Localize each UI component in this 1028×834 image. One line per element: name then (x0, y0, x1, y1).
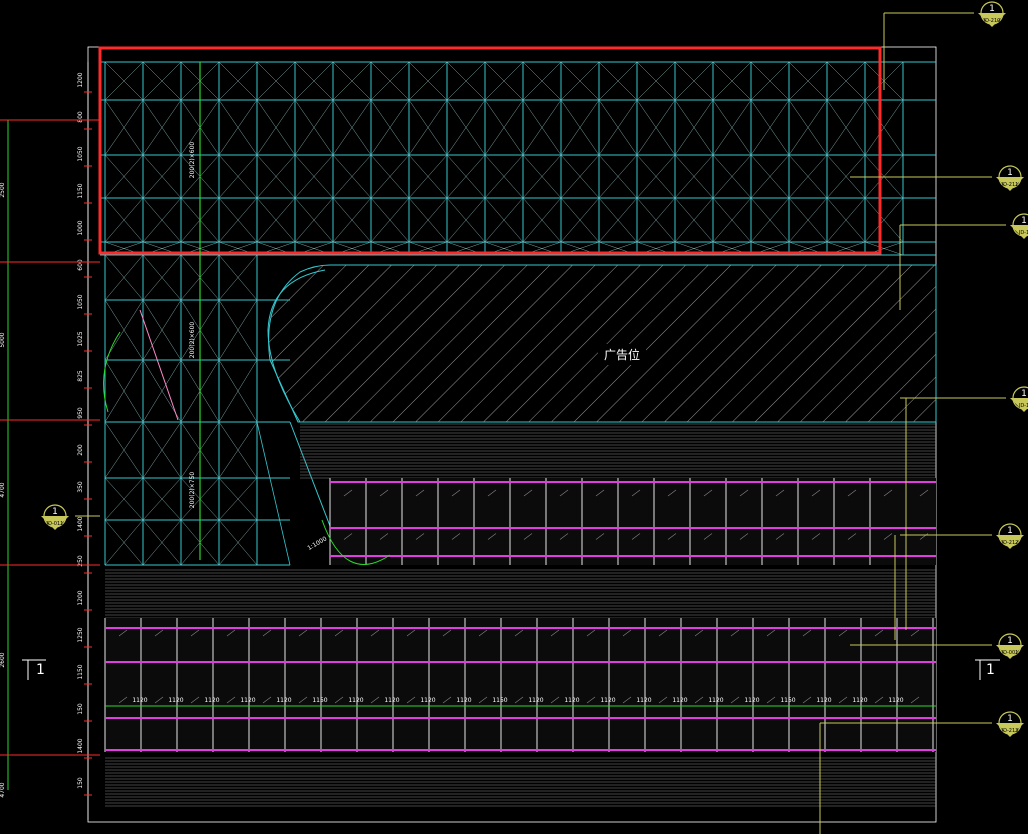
tile-dim-label: 1120 (564, 697, 579, 704)
paver-row-upper-bg (330, 478, 936, 565)
tile-dim-label: 1120 (852, 697, 867, 704)
callout-number: 1 (1007, 636, 1013, 646)
section-mark-right: 1 (986, 662, 995, 678)
tile-dim-label: 1120 (240, 697, 255, 704)
tile-dim-label: 1120 (708, 697, 723, 704)
callout-jd210: 1 JD-210 (884, 1, 1006, 27)
vertical-note: 200(2)×600 (189, 142, 196, 179)
callout-number: 1 (989, 4, 995, 14)
left-dim-label: 350 (77, 481, 84, 493)
left-dim-label: 1200 (77, 72, 84, 87)
left-dim-label: 1400 (77, 516, 84, 531)
callout-code: JD-1 (1018, 230, 1028, 236)
left-dim-label: 600 (77, 259, 84, 271)
callout-code: JD-001 (1001, 650, 1019, 656)
left-dim-label: 200 (77, 444, 84, 456)
left-vert-dim: 2500 (0, 182, 6, 197)
left-dim-label: 800 (77, 111, 84, 123)
section-mark-left: 1 (36, 662, 45, 678)
left-vert-dim: 4700 (0, 482, 6, 497)
slope-note: 1:1000 (306, 535, 328, 552)
tile-dim-label: 1120 (600, 697, 615, 704)
tile-dim-label: 1120 (744, 697, 759, 704)
left-dim-label: 1150 (77, 183, 84, 198)
left-vert-dim: 4700 (0, 782, 6, 797)
callout-code: JD-211 (1001, 182, 1019, 188)
tile-dim-label: 1120 (528, 697, 543, 704)
tile-dim-label: 1120 (384, 697, 399, 704)
tile-dim-label: 1150 (492, 697, 507, 704)
left-dim-label: 825 (77, 370, 84, 382)
tile-dim-label: 1120 (348, 697, 363, 704)
callout-number: 1 (1007, 168, 1013, 178)
paver-row-lower-bg (105, 618, 936, 752)
left-dim-label: 1200 (77, 590, 84, 605)
left-dim-label: 150 (77, 703, 84, 715)
advertising-space-label: 广告位 (598, 344, 647, 365)
left-dim-label: 1050 (77, 294, 84, 309)
vertical-note: 200(2)×600 (189, 322, 196, 359)
vertical-note: 200(2)×750 (189, 472, 196, 509)
tile-dim-label: 1120 (816, 697, 831, 704)
left-dim-label: 150 (77, 777, 84, 789)
tile-dim-label: 1120 (420, 697, 435, 704)
callout-number: 1 (1007, 526, 1013, 536)
highlight-rectangle (98, 46, 882, 255)
left-dim-label: 1000 (77, 220, 84, 235)
callout-right-1: 1 JD-1 (900, 213, 1028, 239)
tile-dim-label: 1150 (780, 697, 795, 704)
callout-code: JD-1 (1018, 403, 1028, 409)
left-dim-label: 1050 (77, 146, 84, 161)
slope-line-2 (256, 421, 291, 566)
left-dim-label: 950 (77, 407, 84, 419)
tile-dim-label: 1120 (636, 697, 651, 704)
left-dim-label: 1150 (77, 664, 84, 679)
left-vert-dim: 2600 (0, 652, 6, 667)
callout-number: 1 (1021, 216, 1027, 226)
callout-number: 1 (52, 507, 58, 517)
callout-code: JD-213 (1001, 728, 1019, 734)
pink-diagonal (139, 309, 179, 421)
left-vert-dim: 5000 (0, 332, 6, 347)
tile-dim-label: 1120 (672, 697, 687, 704)
callout-number: 1 (1021, 389, 1027, 399)
callout-code: JD-212 (1001, 540, 1019, 546)
cad-drawing-canvas: 1120 1120 1120 1120 1120 1150 1120 1120 1120 1120… (0, 1, 1028, 834)
callout-code: JD-210 (983, 18, 1001, 24)
callout-jd011: 1 JD-011 (41, 504, 69, 530)
left-dim-label: 1250 (77, 627, 84, 642)
callout-jd211: 1 JD-211 (850, 165, 1024, 191)
tile-dim-label: 1120 (276, 697, 291, 704)
left-dim-label: 1025 (77, 331, 84, 346)
tile-dim-label: 1120 (204, 697, 219, 704)
green-arc (103, 331, 121, 413)
callout-code: JD-011 (46, 521, 64, 527)
callout-number: 1 (1007, 714, 1013, 724)
tile-dim-label: 1150 (312, 697, 327, 704)
tile-dim-label: 1120 (888, 697, 903, 704)
left-dim-label: 1400 (77, 738, 84, 753)
tile-dim-label: 1120 (132, 697, 147, 704)
tile-dim-label: 1120 (456, 697, 471, 704)
tile-dim-label: 1120 (168, 697, 183, 704)
